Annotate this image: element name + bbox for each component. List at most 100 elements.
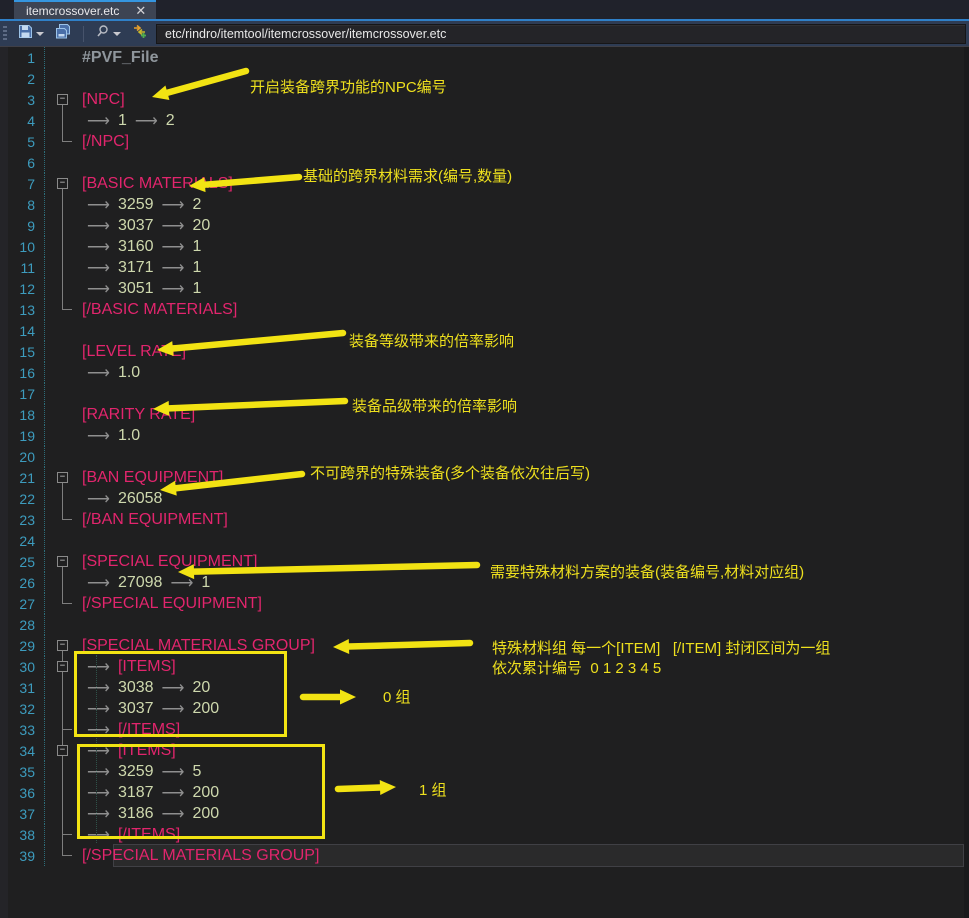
fold-marker[interactable]: −: [52, 656, 76, 677]
gutter-separator: [44, 467, 52, 488]
line-number: 4: [0, 113, 44, 129]
fold-marker[interactable]: −: [52, 173, 76, 194]
line-number: 15: [0, 344, 44, 360]
value: 3259: [118, 763, 154, 781]
arrow-token: ⟶: [162, 216, 185, 236]
arrow-token: ⟶: [162, 699, 185, 719]
fold-marker[interactable]: −: [52, 551, 76, 572]
arrow-token: ⟶: [162, 279, 185, 299]
section-tag: [ITEMS]: [118, 658, 176, 676]
line-number: 10: [0, 239, 44, 255]
tab-itemcrossover[interactable]: itemcrossover.etc ✕: [14, 0, 156, 19]
code-line: 33⟶[/ITEMS]: [0, 719, 969, 740]
collapse-icon[interactable]: −: [57, 178, 68, 189]
code-text: ⟶3171⟶1: [76, 258, 201, 278]
fold-marker: [52, 509, 76, 530]
toolbar-grip[interactable]: [3, 26, 7, 42]
fold-marker: [52, 698, 76, 719]
preview-dropdown-caret[interactable]: [113, 32, 121, 36]
arrow-token: ⟶: [87, 720, 110, 740]
code-line: 6: [0, 152, 969, 173]
navigate-button[interactable]: [129, 22, 151, 46]
gutter-separator: [44, 89, 52, 110]
collapse-icon[interactable]: −: [57, 556, 68, 567]
file-path: etc/rindro/itemtool/itemcrossover/itemcr…: [165, 27, 446, 41]
fold-marker: [52, 110, 76, 131]
value: 3160: [118, 238, 154, 256]
gutter-separator: [44, 404, 52, 425]
line-number: 3: [0, 92, 44, 108]
code-line: 24: [0, 530, 969, 551]
line-number: 6: [0, 155, 44, 171]
code-line: 19⟶1.0: [0, 425, 969, 446]
line-number: 28: [0, 617, 44, 633]
code-editor-window: itemcrossover.etc ✕: [0, 0, 969, 918]
fold-marker[interactable]: −: [52, 740, 76, 761]
line-number: 2: [0, 71, 44, 87]
code-text: ⟶1.0: [76, 363, 140, 383]
value: 3051: [118, 280, 154, 298]
gutter-separator: [44, 782, 52, 803]
line-number: 27: [0, 596, 44, 612]
code-line: 16⟶1.0: [0, 362, 969, 383]
fold-marker[interactable]: −: [52, 467, 76, 488]
preview-button[interactable]: [92, 22, 124, 46]
section-tag: [SPECIAL EQUIPMENT]: [82, 553, 257, 571]
line-number: 35: [0, 764, 44, 780]
gutter-separator: [44, 110, 52, 131]
code-text: ⟶27098⟶1: [76, 573, 210, 593]
arrow-token: ⟶: [87, 195, 110, 215]
fold-marker: [52, 677, 76, 698]
line-number: 7: [0, 176, 44, 192]
value: 3038: [118, 679, 154, 697]
collapse-icon[interactable]: −: [57, 640, 68, 651]
value: 200: [192, 700, 219, 718]
fold-marker: [52, 215, 76, 236]
fold-margin: [52, 47, 76, 68]
fold-marker: [52, 278, 76, 299]
collapse-icon[interactable]: −: [57, 745, 68, 756]
arrow-token: ⟶: [87, 741, 110, 761]
save-dropdown-caret[interactable]: [36, 32, 44, 36]
code-line: 34 −⟶[ITEMS]: [0, 740, 969, 761]
arrow-token: ⟶: [87, 804, 110, 824]
line-number: 34: [0, 743, 44, 759]
save-button[interactable]: [15, 22, 47, 46]
arrow-token: ⟶: [87, 279, 110, 299]
line-number: 38: [0, 827, 44, 843]
fold-marker: [52, 824, 76, 845]
line-number: 9: [0, 218, 44, 234]
code-text: ⟶[ITEMS]: [76, 741, 176, 761]
code-line: 14: [0, 320, 969, 341]
fold-marker: [52, 194, 76, 215]
fold-marker[interactable]: −: [52, 635, 76, 656]
value: 200: [192, 784, 219, 802]
line-number: 13: [0, 302, 44, 318]
fold-marker: [52, 761, 76, 782]
code-line: 13[/BASIC MATERIALS]: [0, 299, 969, 320]
fold-marker[interactable]: −: [52, 89, 76, 110]
gutter-separator: [44, 845, 52, 866]
gutter-separator: [44, 488, 52, 509]
breadcrumb[interactable]: etc/rindro/itemtool/itemcrossover/itemcr…: [156, 24, 966, 44]
arrow-token: ⟶: [170, 573, 193, 593]
collapse-icon[interactable]: −: [57, 472, 68, 483]
value: 3037: [118, 700, 154, 718]
collapse-icon[interactable]: −: [57, 661, 68, 672]
save-all-button[interactable]: [52, 22, 75, 46]
line-number: 14: [0, 323, 44, 339]
code-text: ⟶3186⟶200: [76, 804, 219, 824]
gutter-separator: [44, 761, 52, 782]
collapse-icon[interactable]: −: [57, 94, 68, 105]
gutter-separator: [44, 236, 52, 257]
code-line: 10⟶3160⟶1: [0, 236, 969, 257]
line-number: 21: [0, 470, 44, 486]
code-text: [/SPECIAL MATERIALS GROUP]: [76, 847, 319, 865]
line-number: 36: [0, 785, 44, 801]
toolbar: etc/rindro/itemtool/itemcrossover/itemcr…: [0, 21, 969, 47]
close-icon[interactable]: ✕: [135, 4, 146, 17]
line-number: 29: [0, 638, 44, 654]
value: 27098: [118, 574, 163, 592]
gutter-separator: [44, 194, 52, 215]
code-line: 26⟶27098⟶1: [0, 572, 969, 593]
